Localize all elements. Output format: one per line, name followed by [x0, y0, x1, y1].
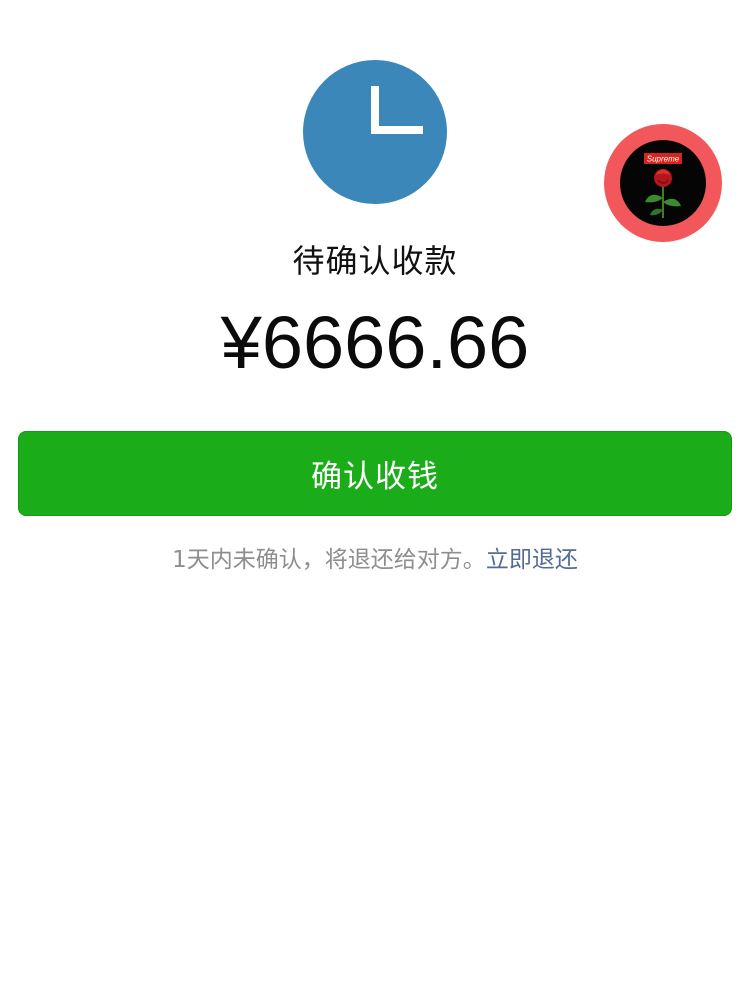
rose-icon: Supreme [620, 140, 706, 226]
avatar-badge-text: Supreme [647, 155, 680, 164]
status-title: 待确认收款 [292, 242, 458, 280]
clock-icon [303, 60, 447, 204]
expiry-note-text: 1天内未确认，将退还给对方。 [172, 547, 486, 573]
avatar[interactable]: Supreme [604, 124, 722, 242]
transfer-receipt-page: Supreme 待确认收款 ¥6666.66 确认收钱 1天内未确认，将退还给对… [0, 0, 750, 1000]
confirm-receive-button[interactable]: 确认收钱 [18, 431, 732, 516]
return-now-link[interactable]: 立即退还 [486, 547, 578, 573]
amount-value: ¥6666.66 [220, 301, 530, 384]
expiry-note: 1天内未确认，将退还给对方。立即退还 [0, 540, 750, 574]
